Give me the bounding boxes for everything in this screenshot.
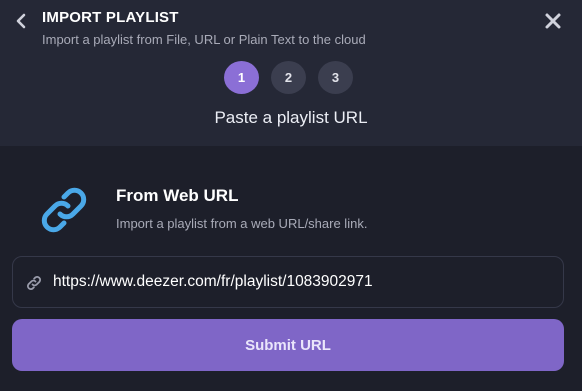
url-field [12, 256, 564, 308]
step-2[interactable]: 2 [271, 61, 306, 94]
dialog-title: IMPORT PLAYLIST [42, 9, 179, 26]
import-playlist-dialog: IMPORT PLAYLIST Import a playlist from F… [0, 0, 582, 391]
submit-url-button[interactable]: Submit URL [12, 319, 564, 371]
url-input[interactable] [53, 257, 553, 307]
close-icon [545, 13, 561, 29]
link-icon [27, 276, 41, 290]
chevron-left-icon [16, 13, 26, 29]
link-icon [34, 180, 94, 240]
step-1[interactable]: 1 [224, 61, 259, 94]
dialog-subtitle: Import a playlist from File, URL or Plai… [42, 32, 366, 47]
step-3[interactable]: 3 [318, 61, 353, 94]
back-button[interactable] [10, 10, 32, 32]
source-title: From Web URL [116, 186, 239, 205]
close-button[interactable] [542, 10, 564, 32]
dialog-header: IMPORT PLAYLIST Import a playlist from F… [0, 0, 582, 146]
source-description: Import a playlist from a web URL/share l… [116, 216, 368, 231]
step-title: Paste a playlist URL [214, 108, 368, 127]
step-indicator: 1 2 3 [224, 61, 353, 94]
